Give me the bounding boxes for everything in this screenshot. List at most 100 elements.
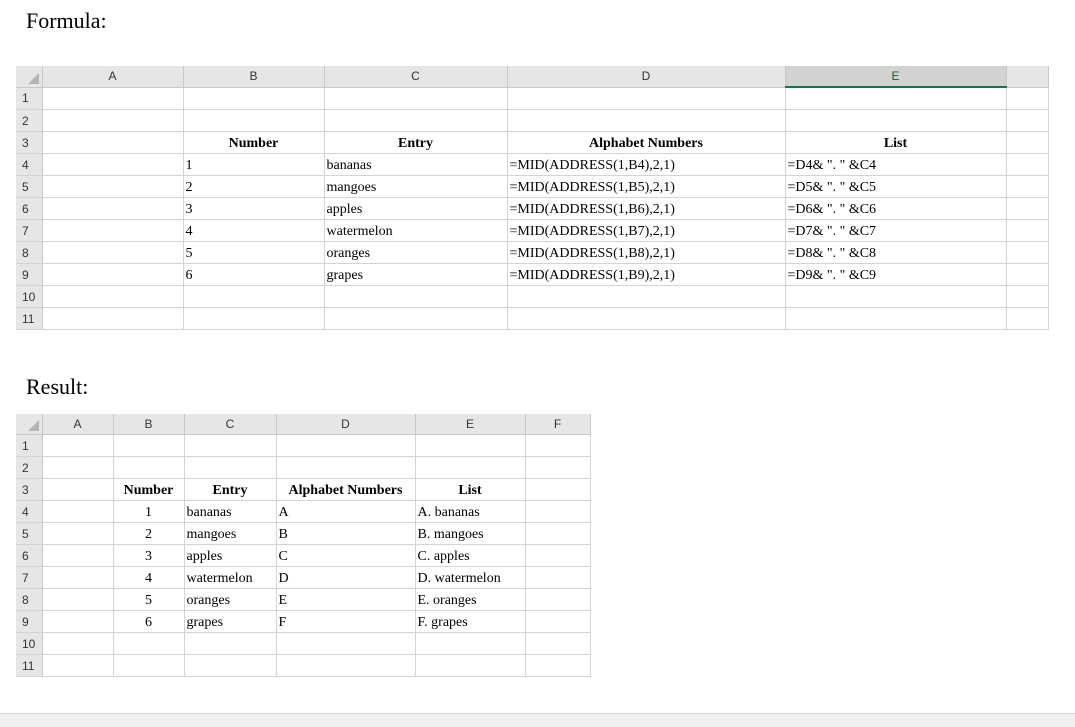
alphabet-result-cell[interactable]: C <box>276 544 416 567</box>
cell-e10[interactable] <box>415 632 526 655</box>
row-header-8[interactable]: 8 <box>16 588 43 611</box>
row-header-2[interactable]: 2 <box>16 456 43 479</box>
cell-a2[interactable] <box>42 456 114 479</box>
header-entry[interactable]: Entry <box>184 478 277 501</box>
alphabet-formula-cell[interactable]: =MID(ADDRESS(1,B5),2,1) <box>507 175 786 198</box>
alphabet-formula-cell[interactable]: =MID(ADDRESS(1,B7),2,1) <box>507 219 786 242</box>
header-alphabet-numbers[interactable]: Alphabet Numbers <box>276 478 416 501</box>
cell-a8[interactable] <box>42 241 184 264</box>
row-header-3[interactable]: 3 <box>16 131 43 154</box>
number-cell[interactable]: 4 <box>183 219 325 242</box>
row-header-9[interactable]: 9 <box>16 263 43 286</box>
cell-f11[interactable] <box>1006 307 1049 330</box>
alphabet-result-cell[interactable]: F <box>276 610 416 633</box>
column-header-b[interactable]: B <box>113 414 185 435</box>
cell-c11[interactable] <box>184 654 277 677</box>
cell-f4[interactable] <box>525 500 591 523</box>
cell-f4[interactable] <box>1006 153 1049 176</box>
cell-a3[interactable] <box>42 131 184 154</box>
cell-d11[interactable] <box>507 307 786 330</box>
row-header-4[interactable]: 4 <box>16 153 43 176</box>
cell-f3[interactable] <box>1006 131 1049 154</box>
cell-a11[interactable] <box>42 654 114 677</box>
cell-f6[interactable] <box>525 544 591 567</box>
cell-a3[interactable] <box>42 478 114 501</box>
header-number[interactable]: Number <box>113 478 185 501</box>
row-header-1[interactable]: 1 <box>16 434 43 457</box>
entry-cell[interactable]: mangoes <box>324 175 508 198</box>
cell-e1[interactable] <box>785 87 1007 110</box>
cell-f1[interactable] <box>525 434 591 457</box>
cell-f6[interactable] <box>1006 197 1049 220</box>
header-entry[interactable]: Entry <box>324 131 508 154</box>
cell-e10[interactable] <box>785 285 1007 308</box>
cell-a4[interactable] <box>42 500 114 523</box>
entry-cell[interactable]: watermelon <box>184 566 277 589</box>
cell-d10[interactable] <box>507 285 786 308</box>
row-header-10[interactable]: 10 <box>16 285 43 308</box>
entry-cell[interactable]: mangoes <box>184 522 277 545</box>
number-cell[interactable]: 5 <box>113 588 185 611</box>
cell-e2[interactable] <box>785 109 1007 132</box>
list-result-cell[interactable]: D. watermelon <box>415 566 526 589</box>
column-header-e[interactable]: E <box>415 414 526 435</box>
cell-d2[interactable] <box>507 109 786 132</box>
column-header-c[interactable]: C <box>324 66 508 88</box>
number-cell[interactable]: 4 <box>113 566 185 589</box>
column-header-f[interactable]: F <box>525 414 591 435</box>
row-header-5[interactable]: 5 <box>16 522 43 545</box>
cell-b11[interactable] <box>183 307 325 330</box>
alphabet-formula-cell[interactable]: =MID(ADDRESS(1,B4),2,1) <box>507 153 786 176</box>
list-formula-cell[interactable]: =D6& ". " &C6 <box>785 197 1007 220</box>
cell-b10[interactable] <box>183 285 325 308</box>
entry-cell[interactable]: grapes <box>184 610 277 633</box>
cell-b2[interactable] <box>183 109 325 132</box>
cell-a1[interactable] <box>42 434 114 457</box>
number-cell[interactable]: 3 <box>113 544 185 567</box>
number-cell[interactable]: 2 <box>113 522 185 545</box>
row-header-9[interactable]: 9 <box>16 610 43 633</box>
row-header-1[interactable]: 1 <box>16 87 43 110</box>
cell-a9[interactable] <box>42 263 184 286</box>
select-all-corner[interactable] <box>16 66 43 88</box>
cell-f9[interactable] <box>1006 263 1049 286</box>
row-header-5[interactable]: 5 <box>16 175 43 198</box>
column-header-e[interactable]: E <box>785 66 1007 88</box>
number-cell[interactable]: 5 <box>183 241 325 264</box>
column-header-a[interactable]: A <box>42 414 114 435</box>
entry-cell[interactable]: grapes <box>324 263 508 286</box>
row-header-10[interactable]: 10 <box>16 632 43 655</box>
cell-b10[interactable] <box>113 632 185 655</box>
cell-a10[interactable] <box>42 285 184 308</box>
column-header-a[interactable]: A <box>42 66 184 88</box>
header-list[interactable]: List <box>785 131 1007 154</box>
cell-b1[interactable] <box>113 434 185 457</box>
list-result-cell[interactable]: A. bananas <box>415 500 526 523</box>
entry-cell[interactable]: apples <box>184 544 277 567</box>
cell-f7[interactable] <box>1006 219 1049 242</box>
cell-f10[interactable] <box>525 632 591 655</box>
cell-a7[interactable] <box>42 566 114 589</box>
cell-a10[interactable] <box>42 632 114 655</box>
cell-c11[interactable] <box>324 307 508 330</box>
column-header-d[interactable]: D <box>276 414 416 435</box>
cell-a11[interactable] <box>42 307 184 330</box>
row-header-3[interactable]: 3 <box>16 478 43 501</box>
cell-a1[interactable] <box>42 87 184 110</box>
row-header-7[interactable]: 7 <box>16 566 43 589</box>
entry-cell[interactable]: oranges <box>184 588 277 611</box>
cell-f10[interactable] <box>1006 285 1049 308</box>
number-cell[interactable]: 6 <box>183 263 325 286</box>
list-result-cell[interactable]: B. mangoes <box>415 522 526 545</box>
row-header-6[interactable]: 6 <box>16 544 43 567</box>
list-result-cell[interactable]: C. apples <box>415 544 526 567</box>
cell-a5[interactable] <box>42 522 114 545</box>
column-header-c[interactable]: C <box>184 414 277 435</box>
row-header-11[interactable]: 11 <box>16 307 43 330</box>
alphabet-result-cell[interactable]: E <box>276 588 416 611</box>
alphabet-result-cell[interactable]: D <box>276 566 416 589</box>
list-formula-cell[interactable]: =D9& ". " &C9 <box>785 263 1007 286</box>
alphabet-formula-cell[interactable]: =MID(ADDRESS(1,B9),2,1) <box>507 263 786 286</box>
cell-d11[interactable] <box>276 654 416 677</box>
number-cell[interactable]: 1 <box>113 500 185 523</box>
